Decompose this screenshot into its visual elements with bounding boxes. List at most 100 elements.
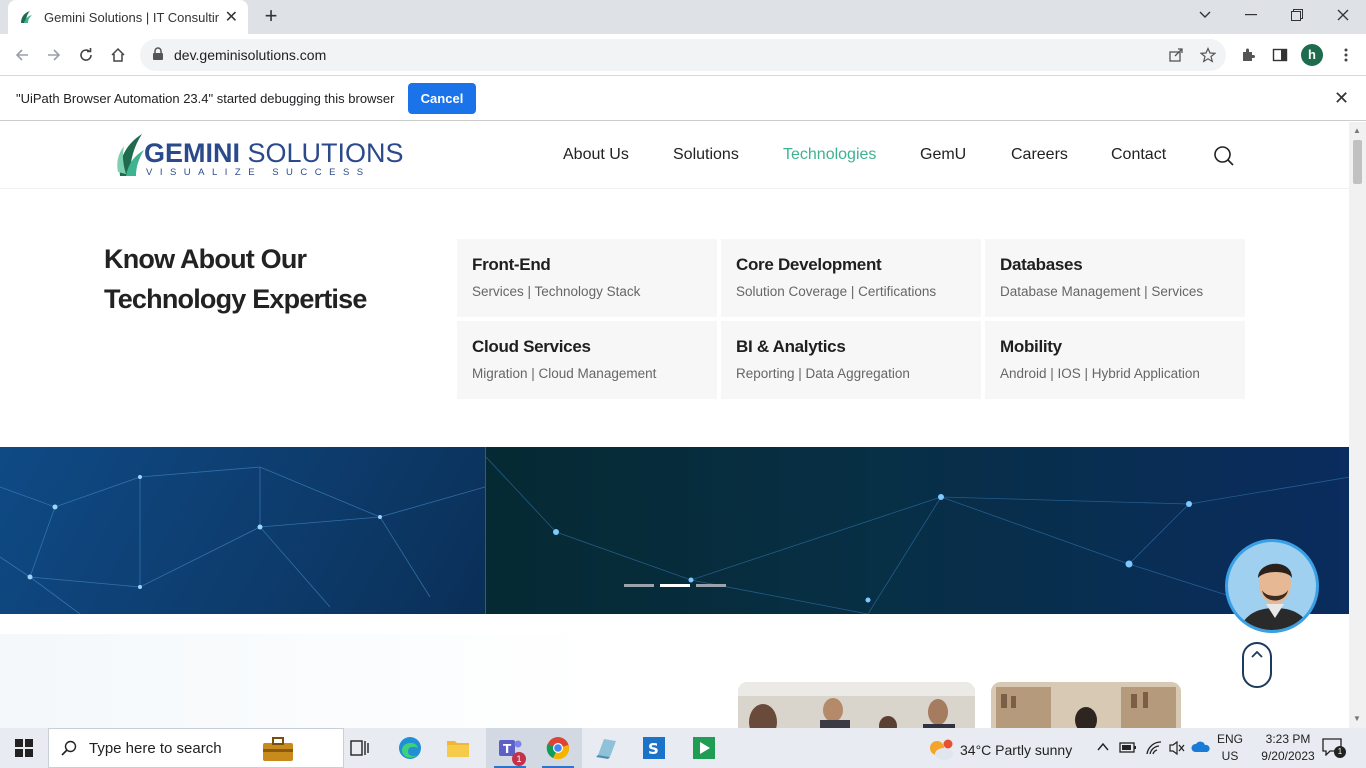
minimize-window-icon[interactable] (1228, 0, 1274, 30)
tech-card-subtitle: Android | IOS | Hybrid Application (1000, 366, 1200, 381)
browser-tab[interactable]: Gemini Solutions | IT Consulting ✕ (8, 0, 248, 34)
tech-card-subtitle: Database Management | Services (1000, 284, 1204, 299)
search-icon[interactable] (1212, 144, 1236, 168)
tech-card-mobility[interactable]: Mobility Android | IOS | Hybrid Applicat… (985, 321, 1245, 399)
more-options-icon[interactable] (1335, 44, 1357, 66)
infobar-message: "UiPath Browser Automation 23.4" started… (16, 91, 395, 106)
url-text[interactable]: dev.geminisolutions.com (174, 47, 326, 63)
battery-icon[interactable] (1119, 740, 1137, 754)
tech-card-subtitle: Migration | Cloud Management (472, 366, 657, 381)
briefcase-icon (263, 737, 293, 761)
hero-network-image-left (0, 447, 486, 614)
bookmark-star-icon[interactable] (1197, 44, 1219, 66)
browser-tab-strip: Gemini Solutions | IT Consulting ✕ + (0, 0, 1366, 34)
tab-close-icon[interactable]: ✕ (225, 7, 238, 27)
taskbar-search-box[interactable]: Type here to search (48, 728, 344, 768)
notification-center-icon[interactable]: 1 (1322, 738, 1346, 760)
back-arrow-icon[interactable] (10, 43, 34, 67)
carousel-dot[interactable] (696, 584, 726, 587)
wifi-icon[interactable] (1145, 740, 1163, 756)
side-panel-icon[interactable] (1269, 44, 1291, 66)
scrollbar-thumb[interactable] (1353, 140, 1362, 184)
teams-icon[interactable]: T 1 (486, 728, 534, 768)
speaker-muted-icon[interactable] (1168, 740, 1186, 756)
restore-window-icon[interactable] (1274, 0, 1320, 30)
onedrive-icon[interactable] (1191, 740, 1211, 754)
search-icon (61, 740, 77, 756)
new-tab-button[interactable]: + (258, 4, 284, 30)
tech-card-title: Front-End (472, 255, 551, 274)
system-clock[interactable]: 3:23 PM 9/20/2023 (1258, 731, 1318, 765)
nav-technologies[interactable]: Technologies (783, 146, 876, 164)
nav-contact[interactable]: Contact (1111, 146, 1166, 164)
gemini-solutions-logo[interactable]: GEMINI SOLUTIONS VISUALIZE SUCCESS (116, 130, 404, 180)
share-icon[interactable] (1165, 44, 1187, 66)
debugging-infobar: "UiPath Browser Automation 23.4" started… (0, 77, 1366, 121)
mega-menu-headline: Know About Our Technology Expertise (104, 244, 367, 314)
chevron-up-icon[interactable] (1096, 740, 1110, 754)
technologies-mega-menu: Know About Our Technology Expertise Fron… (0, 189, 1349, 447)
file-explorer-icon[interactable] (434, 728, 482, 768)
chevron-up-icon (1251, 650, 1263, 658)
tech-card-databases[interactable]: Databases Database Management | Services (985, 239, 1245, 317)
home-icon[interactable] (106, 43, 130, 67)
carousel-dot[interactable] (624, 584, 654, 587)
logo-tagline: VISUALIZE SUCCESS (146, 167, 371, 178)
lock-icon (153, 47, 163, 60)
tech-card-title: Core Development (736, 255, 882, 274)
tech-card-cloud-services[interactable]: Cloud Services Migration | Cloud Managem… (457, 321, 717, 399)
task-view-icon[interactable] (336, 728, 384, 768)
weather-widget[interactable]: 34°C Partly sunny (928, 739, 1072, 761)
chatbot-avatar[interactable] (1225, 539, 1319, 633)
tech-card-front-end[interactable]: Front-End Services | Technology Stack (457, 239, 717, 317)
clock-date: 9/20/2023 (1261, 749, 1315, 763)
notepad-app-icon[interactable] (582, 728, 630, 768)
gemini-favicon-icon (21, 11, 32, 23)
uipath-assistant-icon[interactable] (680, 728, 728, 768)
nav-about-us[interactable]: About Us (563, 146, 629, 164)
hero-banner (0, 447, 1349, 614)
scroll-up-arrow-icon[interactable]: ▲ (1353, 126, 1361, 135)
reload-icon[interactable] (74, 43, 98, 67)
tech-card-core-development[interactable]: Core Development Solution Coverage | Cer… (721, 239, 981, 317)
extensions-puzzle-icon[interactable] (1237, 44, 1259, 66)
nav-solutions[interactable]: Solutions (673, 146, 739, 164)
edge-browser-icon[interactable] (386, 728, 434, 768)
site-header: GEMINI SOLUTIONS VISUALIZE SUCCESS About… (0, 122, 1349, 189)
teams-badge: 1 (512, 752, 526, 766)
notification-count: 1 (1334, 746, 1346, 758)
scroll-down-arrow-icon[interactable]: ▼ (1353, 714, 1361, 723)
team-photo-library (991, 682, 1181, 728)
address-bar[interactable]: dev.geminisolutions.com (140, 39, 1226, 71)
infobar-close-icon[interactable]: ✕ (1334, 88, 1349, 109)
windows-start-icon[interactable] (0, 728, 48, 768)
tech-card-subtitle: Reporting | Data Aggregation (736, 366, 910, 381)
forward-arrow-icon[interactable] (42, 43, 66, 67)
close-window-icon[interactable] (1320, 0, 1366, 30)
tech-card-subtitle: Services | Technology Stack (472, 284, 641, 299)
tech-card-subtitle: Solution Coverage | Certifications (736, 284, 937, 299)
page-scrollbar[interactable]: ▲ ▼ (1349, 122, 1366, 728)
uipath-studio-icon[interactable]: S (630, 728, 678, 768)
section-background (0, 634, 600, 728)
clock-time: 3:23 PM (1265, 732, 1311, 746)
logo-leaf-icon (117, 134, 144, 176)
cancel-button[interactable]: Cancel (408, 83, 476, 114)
scroll-to-top-button[interactable] (1242, 642, 1272, 688)
windows-taskbar: Type here to search T 1 S 34°C Partly su… (0, 728, 1366, 768)
svg-text:S: S (648, 740, 659, 758)
team-photo-office (738, 682, 975, 728)
chrome-icon[interactable] (534, 728, 582, 768)
tech-card-title: BI & Analytics (736, 337, 846, 356)
input-language[interactable]: ENG US (1216, 731, 1244, 765)
tech-card-bi-analytics[interactable]: BI & Analytics Reporting | Data Aggregat… (721, 321, 981, 399)
weather-text: Partly sunny (995, 742, 1073, 758)
carousel-dot[interactable] (660, 584, 690, 587)
tab-search-chevron-icon[interactable] (1182, 0, 1228, 30)
profile-avatar[interactable]: h (1301, 44, 1323, 66)
tech-card-title: Mobility (1000, 337, 1062, 356)
browser-toolbar: dev.geminisolutions.com h (0, 34, 1366, 76)
carousel-indicators (624, 584, 726, 587)
nav-careers[interactable]: Careers (1011, 146, 1068, 164)
nav-gemu[interactable]: GemU (920, 146, 966, 164)
